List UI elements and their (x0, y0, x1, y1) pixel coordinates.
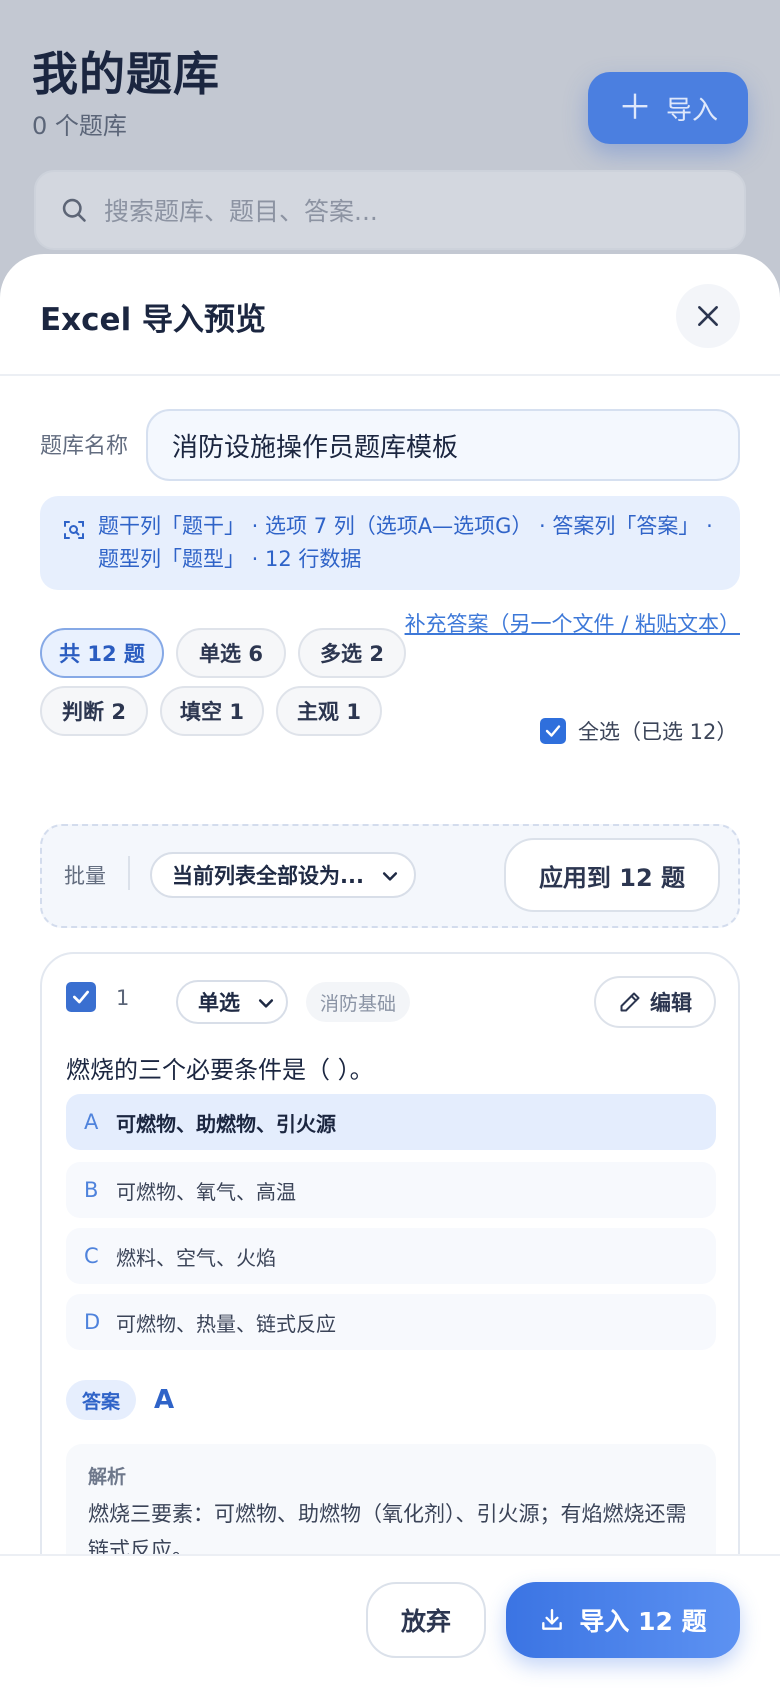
option-d[interactable]: D 可燃物、热量、链式反应 (66, 1294, 716, 1350)
import-button-label: 导入 (665, 95, 718, 126)
page-title: 我的题库 (32, 47, 220, 101)
question-type-value: 单选 (198, 991, 240, 1015)
batch-panel: 批量 当前列表全部设为... 应用到 12 题 (40, 824, 740, 928)
pencil-icon (620, 992, 640, 1012)
option-text: 燃料、空气、火焰 (116, 1245, 276, 1270)
search-placeholder: 搜索题库、题目、答案... (104, 197, 378, 226)
option-text: 可燃物、热量、链式反应 (116, 1311, 336, 1336)
confirm-import-button[interactable]: 导入 12 题 (506, 1582, 740, 1658)
option-letter: C (84, 1244, 99, 1268)
download-icon (542, 1609, 563, 1630)
search-bar[interactable]: 搜索题库、题目、答案... (34, 170, 746, 250)
select-all-checkbox[interactable] (540, 718, 566, 744)
chip-single[interactable]: 单选 6 (176, 628, 286, 678)
batch-type-select[interactable]: 当前列表全部设为... (150, 852, 416, 898)
question-checkbox[interactable] (66, 982, 96, 1012)
divider (128, 856, 130, 890)
analysis-label: 解析 (88, 1466, 127, 1488)
detect-info-text: 题干列「题干」 · 选项 7 列（选项A—选项G） · 答案列「答案」 · 题型… (98, 514, 713, 571)
chevron-down-icon (258, 999, 274, 1008)
answer-value: A (154, 1385, 175, 1415)
discard-button[interactable]: 放弃 (366, 1582, 486, 1658)
scan-icon (64, 521, 84, 539)
background-page: 我的题库 0 个题库 ＋ 导入 搜索题库、题目、答案... (0, 0, 780, 280)
batch-select-value: 当前列表全部设为... (172, 864, 364, 888)
chip-multiple[interactable]: 多选 2 (298, 628, 406, 678)
option-c[interactable]: C 燃料、空气、火焰 (66, 1228, 716, 1284)
plus-icon: ＋ (617, 88, 652, 128)
option-letter: B (84, 1178, 99, 1202)
bank-name-label: 题库名称 (40, 434, 129, 459)
bank-count: 0 个题库 (32, 112, 127, 140)
bank-name-input[interactable] (146, 409, 740, 481)
chip-subjective[interactable]: 主观 1 (276, 686, 382, 736)
option-text: 可燃物、氧气、高温 (116, 1179, 296, 1204)
sheet-footer: 放弃 导入 12 题 (0, 1554, 780, 1688)
chip-total[interactable]: 共 12 题 (40, 628, 164, 678)
close-button[interactable] (676, 284, 740, 348)
supplement-answer-link[interactable]: 补充答案（另一个文件 / 粘贴文本） (405, 608, 740, 638)
option-a[interactable]: A 可燃物、助燃物、引火源 (66, 1094, 716, 1150)
search-icon (62, 198, 86, 222)
select-all-label: 全选（已选 12） (578, 720, 738, 744)
batch-label: 批量 (64, 864, 106, 888)
import-preview-sheet: Excel 导入预览 题库名称 题干列「题干」 · 选项 7 列（选项A—选项G… (0, 254, 780, 1688)
sheet-header: Excel 导入预览 (0, 254, 780, 376)
answer-label: 答案 (66, 1380, 137, 1420)
question-category-tag: 消防基础 (306, 982, 411, 1022)
edit-button[interactable]: 编辑 (594, 976, 716, 1028)
import-button[interactable]: ＋ 导入 (588, 72, 748, 144)
option-letter: A (84, 1110, 99, 1134)
check-icon (545, 725, 561, 737)
option-text: 可燃物、助燃物、引火源 (116, 1111, 336, 1136)
select-all[interactable]: 全选（已选 12） (540, 716, 737, 746)
confirm-import-label: 导入 12 题 (579, 1607, 707, 1636)
answer-row: 答案 A (66, 1380, 174, 1420)
check-icon (73, 990, 89, 1004)
question-type-select[interactable]: 单选 (176, 980, 288, 1024)
chip-fill[interactable]: 填空 1 (160, 686, 264, 736)
close-icon (698, 306, 718, 326)
apply-batch-button[interactable]: 应用到 12 题 (504, 838, 720, 912)
question-number: 1 (116, 986, 130, 1010)
chip-judge[interactable]: 判断 2 (40, 686, 148, 736)
option-letter: D (84, 1310, 101, 1334)
edit-button-label: 编辑 (650, 991, 692, 1015)
option-b[interactable]: B 可燃物、氧气、高温 (66, 1162, 716, 1218)
question-stem: 燃烧的三个必要条件是（ ）。 (66, 1056, 374, 1084)
chevron-down-icon (382, 872, 398, 881)
sheet-title: Excel 导入预览 (40, 302, 266, 338)
detect-info-box: 题干列「题干」 · 选项 7 列（选项A—选项G） · 答案列「答案」 · 题型… (40, 496, 740, 590)
